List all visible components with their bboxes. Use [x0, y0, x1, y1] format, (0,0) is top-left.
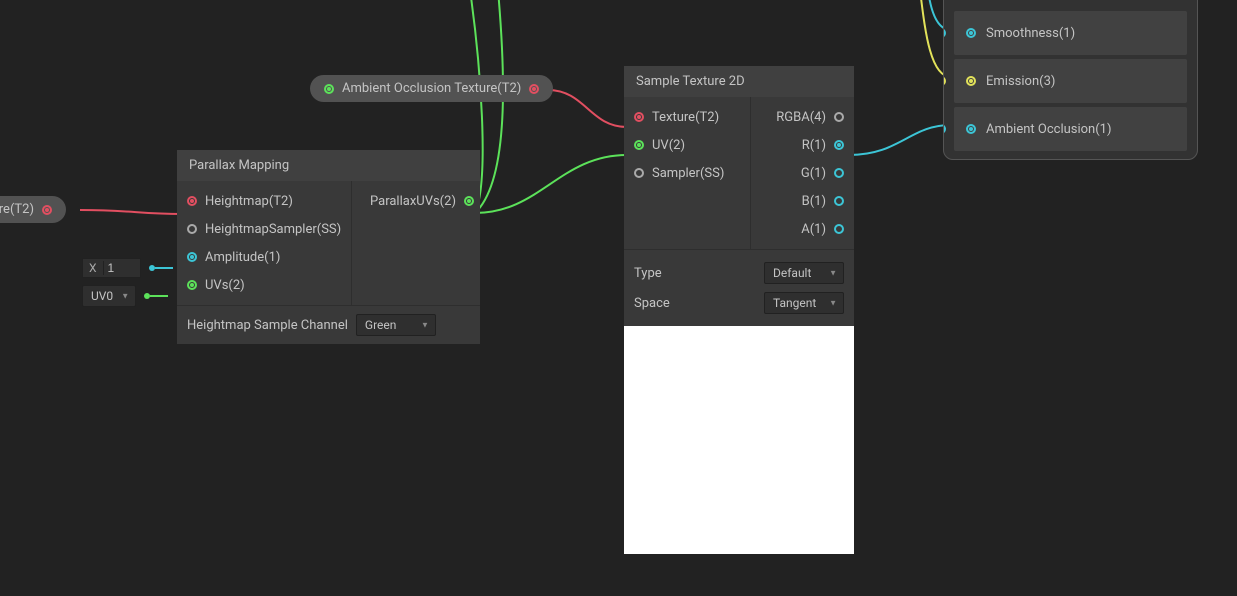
uvs-input-row: UVs(2) [177, 271, 351, 299]
ambient-occlusion-slot[interactable]: Ambient Occlusion(1) [954, 107, 1187, 151]
heightmap-channel-label: Heightmap Sample Channel [187, 318, 348, 333]
sampler-port[interactable] [634, 168, 644, 178]
r-port[interactable] [834, 140, 844, 150]
heightmap-sampler-input-row: HeightmapSampler(SS) [177, 215, 351, 243]
node-title[interactable]: Parallax Mapping [177, 150, 480, 181]
space-dropdown[interactable]: Tangent [764, 292, 844, 314]
emission-slot[interactable]: Emission(3) [954, 59, 1187, 103]
smoothness-inner-port[interactable] [966, 28, 976, 38]
master-node[interactable]: Smoothness(1) Emission(3) Ambient Occlus… [943, 0, 1198, 160]
ao-port[interactable] [943, 124, 946, 134]
pill-label: exture(T2) [0, 202, 34, 217]
ambient-occlusion-texture-pill[interactable]: Ambient Occlusion Texture(T2) [310, 75, 553, 102]
texture-preview [624, 326, 854, 554]
amplitude-inline-control: X [82, 258, 173, 278]
pill-output-port[interactable] [42, 205, 52, 215]
uvs-port[interactable] [187, 280, 197, 290]
parallax-uvs-label: ParallaxUVs(2) [362, 194, 464, 209]
amplitude-connector [155, 267, 173, 269]
parallax-footer: Heightmap Sample Channel Green [177, 305, 480, 344]
amplitude-field[interactable]: X [82, 258, 141, 278]
heightmap-channel-dropdown[interactable]: Green [356, 314, 436, 336]
smoothness-port[interactable] [943, 28, 946, 38]
texture-input-row: Texture(T2) [624, 103, 750, 131]
b-port[interactable] [834, 196, 844, 206]
amplitude-input[interactable] [104, 261, 140, 275]
sampler-input-row: Sampler(SS) [624, 159, 750, 187]
amplitude-input-row: Amplitude(1) [177, 243, 351, 271]
type-value: Default [773, 266, 811, 280]
heightmap-channel-value: Green [365, 318, 396, 332]
a-label: A(1) [793, 222, 834, 237]
pill-label: Ambient Occlusion Texture(T2) [342, 81, 521, 96]
uv-port[interactable] [634, 140, 644, 150]
amplitude-label: Amplitude(1) [197, 250, 288, 265]
type-dropdown[interactable]: Default [764, 262, 844, 284]
heightmap-sampler-label: HeightmapSampler(SS) [197, 222, 349, 237]
texture-port[interactable] [634, 112, 644, 122]
pill-output-port[interactable] [529, 84, 539, 94]
uv-input-row: UV(2) [624, 131, 750, 159]
emission-label: Emission(3) [986, 74, 1055, 89]
g-output-row: G(1) [751, 159, 854, 187]
sample-properties: Type Default Space Tangent [624, 249, 854, 326]
type-label: Type [634, 266, 662, 281]
uvs-dropdown[interactable]: UV0 [82, 285, 136, 307]
pill-input-port[interactable] [324, 84, 334, 94]
rgba-label: RGBA(4) [768, 110, 834, 125]
amplitude-port[interactable] [187, 252, 197, 262]
node-title[interactable]: Sample Texture 2D [624, 66, 854, 97]
g-port[interactable] [834, 168, 844, 178]
smoothness-slot[interactable]: Smoothness(1) [954, 11, 1187, 55]
parallax-mapping-node[interactable]: Parallax Mapping Heightmap(T2) Heightmap… [177, 150, 480, 344]
a-port[interactable] [834, 224, 844, 234]
uvs-dropdown-value: UV0 [91, 289, 113, 303]
texture-label: Texture(T2) [644, 110, 727, 125]
uv-label: UV(2) [644, 138, 693, 153]
smoothness-label: Smoothness(1) [986, 26, 1075, 41]
ao-label: Ambient Occlusion(1) [986, 122, 1112, 137]
parallax-uvs-output-row: ParallaxUVs(2) [352, 187, 484, 215]
uvs-connector [150, 295, 168, 297]
b-output-row: B(1) [751, 187, 854, 215]
ao-inner-port[interactable] [966, 124, 976, 134]
parallax-uvs-port[interactable] [464, 196, 474, 206]
amplitude-x-label: X [83, 261, 104, 275]
a-output-row: A(1) [751, 215, 854, 243]
b-label: B(1) [794, 194, 834, 209]
uvs-label: UVs(2) [197, 278, 253, 293]
heightmap-input-row: Heightmap(T2) [177, 187, 351, 215]
g-label: G(1) [793, 166, 834, 181]
space-value: Tangent [773, 296, 816, 310]
heightmap-sampler-port[interactable] [187, 224, 197, 234]
rgba-port[interactable] [834, 112, 844, 122]
emission-inner-port[interactable] [966, 76, 976, 86]
sample-texture-2d-node[interactable]: Sample Texture 2D Texture(T2) UV(2) Samp… [624, 66, 854, 554]
space-label: Space [634, 296, 670, 311]
heightmap-port[interactable] [187, 196, 197, 206]
r-output-row: R(1) [751, 131, 854, 159]
uvs-inline-control: UV0 [82, 286, 168, 306]
heightmap-label: Heightmap(T2) [197, 194, 301, 209]
r-label: R(1) [794, 138, 834, 153]
height-texture-pill[interactable]: exture(T2) [0, 196, 66, 223]
sampler-label: Sampler(SS) [644, 166, 732, 181]
rgba-output-row: RGBA(4) [751, 103, 854, 131]
emission-port[interactable] [943, 76, 946, 86]
